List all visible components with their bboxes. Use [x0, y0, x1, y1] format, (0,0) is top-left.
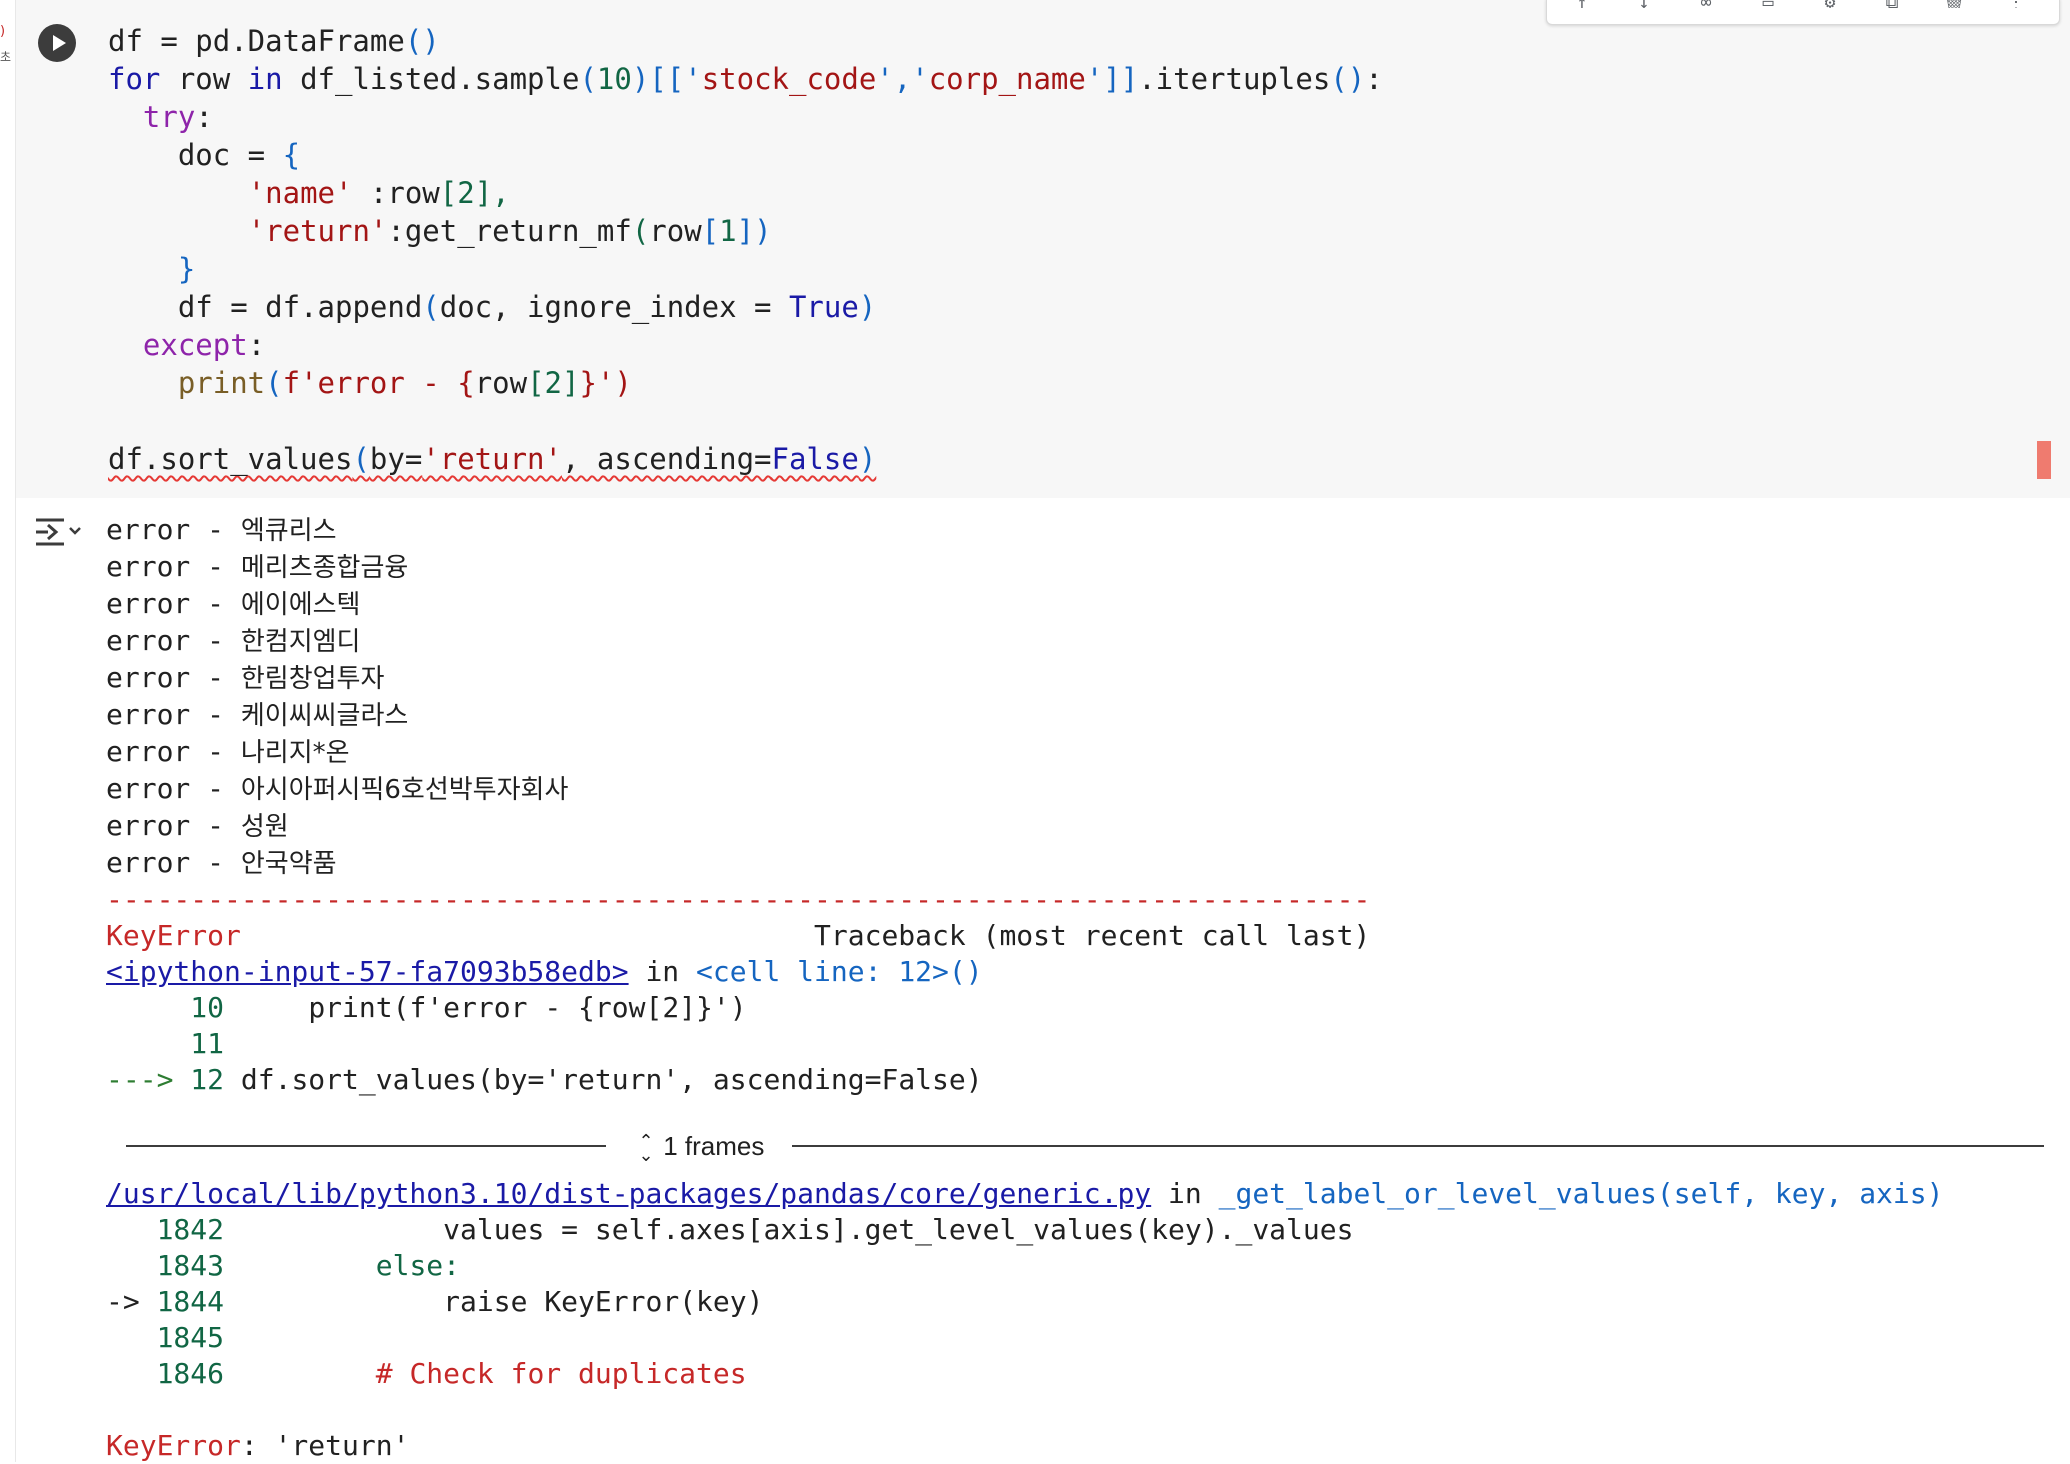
expand-collapse-icon: ⌃ ⌄ — [638, 1131, 654, 1166]
traceback-rule: ----------------------------------------… — [106, 883, 1371, 916]
traceback-line: 1842 values = self.axes[axis].get_level_… — [156, 1213, 1354, 1246]
traceback-line: 1843 else: — [156, 1249, 461, 1282]
mirror-cell-icon[interactable]: ⧉ — [1879, 0, 1905, 8]
gutter-status-label: 초 — [0, 50, 12, 64]
output-line: error - 안국약품 — [106, 846, 337, 879]
traceback-location: <ipython-input-57-fa7093b58edb> in <cell… — [106, 955, 983, 988]
code-line-5: 'name' :row[2], — [247, 176, 510, 210]
comment-icon[interactable]: ▭ — [1755, 0, 1781, 8]
traceback-line-current: ---> 12 df.sort_values(by='return', asce… — [106, 1063, 983, 1096]
code-editor[interactable]: df = pd.DataFrame() for row in df_listed… — [108, 22, 1383, 478]
error-type: KeyError — [106, 919, 241, 952]
code-line-1: df = pd.DataFrame() — [108, 24, 440, 58]
traceback-line: 1845 — [156, 1321, 225, 1354]
code-line-7: } — [177, 252, 196, 286]
output-line: error - 한림창업투자 — [106, 661, 385, 694]
cell-output: error - 엑큐리스 error - 메리츠종합금융 error - 에이에… — [106, 512, 1370, 1098]
move-down-icon[interactable]: ↓ — [1631, 0, 1657, 8]
frames-divider-right — [792, 1145, 2044, 1147]
expand-frames-button[interactable]: ⌃ ⌄ 1 frames — [636, 1130, 764, 1166]
output-line: error - 성원 — [106, 809, 289, 842]
gutter-status-mark: ) — [0, 24, 6, 39]
run-cell-button[interactable] — [38, 24, 76, 62]
more-options-icon[interactable]: ⋮ — [2003, 0, 2029, 8]
output-actions-icon[interactable] — [34, 512, 82, 552]
frames-divider-left — [126, 1145, 606, 1147]
code-line-9: except: — [142, 328, 266, 362]
source-file-link[interactable]: /usr/local/lib/python3.10/dist-packages/… — [106, 1177, 1151, 1210]
left-gutter — [0, 0, 15, 1462]
code-line-4: doc = { — [177, 138, 301, 172]
output-line: error - 한컴지엠디 — [106, 624, 361, 657]
output-line: error - 나리지*온 — [106, 735, 350, 768]
error-scrollbar-marker — [2037, 441, 2051, 479]
traceback-frame: /usr/local/lib/python3.10/dist-packages/… — [106, 1176, 1943, 1464]
output-line: error - 엑큐리스 — [106, 513, 337, 546]
ipython-input-link[interactable]: <ipython-input-57-fa7093b58edb> — [106, 955, 629, 988]
traceback-line: 1846 # Check for duplicates — [156, 1357, 747, 1390]
collapsed-frames: ⌃ ⌄ 1 frames — [126, 1130, 2044, 1166]
move-up-icon[interactable]: ↑ — [1569, 0, 1595, 8]
traceback-line-current: -> 1844 raise KeyError(key) — [106, 1285, 764, 1318]
output-line: error - 아시아퍼시픽6호선박투자회사 — [106, 772, 569, 805]
output-line: error - 에이에스텍 — [106, 587, 361, 620]
code-line-10: print(f'error - {row[2]}') — [177, 366, 632, 400]
code-line-8: df = df.append(doc, ignore_index = True) — [177, 290, 877, 324]
code-line-2: for row in df_listed.sample(10)[['stock_… — [108, 62, 1383, 96]
link-icon[interactable]: ∞ — [1693, 0, 1719, 8]
final-error-line: KeyError: 'return' — [106, 1429, 410, 1462]
traceback-line: 10 print(f'error - {row[2]}') — [190, 991, 747, 1024]
code-line-6: 'return':get_return_mf(row[1]) — [247, 214, 772, 248]
output-line: error - 케이씨씨글라스 — [106, 698, 409, 731]
delete-icon[interactable]: 🗑 — [1941, 0, 1967, 8]
cell-toolbar: ↑ ↓ ∞ ▭ ⚙ ⧉ 🗑 ⋮ — [1546, 0, 2060, 25]
traceback-header: Traceback (most recent call last) — [814, 919, 1371, 952]
settings-icon[interactable]: ⚙ — [1817, 0, 1843, 8]
code-line-3: try: — [142, 100, 213, 134]
traceback-line: 11 — [190, 1027, 225, 1060]
output-line: error - 메리츠종합금융 — [106, 550, 409, 583]
frame-location: /usr/local/lib/python3.10/dist-packages/… — [106, 1177, 1944, 1210]
code-line-12: df.sort_values(by='return', ascending=Fa… — [108, 442, 877, 476]
traceback-header-line: KeyError Traceback (most recent call las… — [106, 919, 1370, 952]
